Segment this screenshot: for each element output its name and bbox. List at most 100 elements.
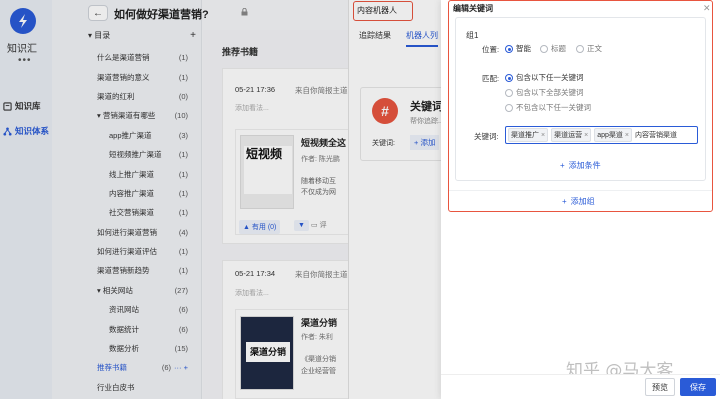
directory-item[interactable]: 社交营销渠道 (1) bbox=[52, 203, 202, 222]
directory-item-count: (6) bbox=[178, 305, 188, 315]
book-preview[interactable]: 渠道分销 渠道分销 作者: 朱利 《渠道分销 企业经营管 bbox=[235, 309, 351, 399]
directory-item-label: 如何进行渠道营销 bbox=[97, 227, 157, 238]
tab-robot-list[interactable]: 机器人列 bbox=[406, 30, 438, 47]
robot-title: 关键词 bbox=[410, 101, 443, 113]
position-option-body[interactable]: 正文 bbox=[576, 43, 602, 54]
robot-card[interactable]: # 关键词 帮你追踪... 关键词: + 添加 bbox=[360, 87, 448, 161]
directory-item-label: 数据分析 bbox=[109, 343, 139, 354]
directory-item-count: (1) bbox=[178, 188, 188, 198]
match-option-all[interactable]: 包含以下全部关键词 bbox=[505, 87, 584, 98]
directory-item[interactable]: 线上推广渠道 (1) bbox=[52, 164, 202, 183]
directory-item-count: (1) bbox=[178, 208, 188, 218]
comment-icon: ▭ bbox=[311, 222, 318, 229]
directory-item-label: 行业白皮书 bbox=[97, 382, 135, 393]
directory-item-text: 行业白皮书 bbox=[97, 382, 135, 392]
close-icon[interactable]: ✕ bbox=[703, 3, 711, 14]
robot-subtitle: 帮你追踪... bbox=[410, 118, 444, 125]
directory-item-label: 资讯网站 bbox=[109, 304, 139, 315]
directory-item[interactable]: 资讯网站 (6) bbox=[52, 300, 202, 319]
rail-item-knowledge-base[interactable]: 知识库 bbox=[3, 100, 41, 112]
tab-tracking-results[interactable]: 追踪结果 bbox=[359, 30, 391, 47]
match-option-any[interactable]: 包含以下任一关键词 bbox=[505, 72, 584, 83]
condition-group bbox=[455, 17, 706, 181]
more-icon[interactable]: ••• bbox=[18, 55, 32, 66]
rail-item-knowledge-system[interactable]: 知识体系 bbox=[3, 125, 49, 137]
useful-button[interactable]: ▲ 有用 (0) bbox=[239, 220, 281, 234]
book-desc: 不仅成为网 bbox=[301, 189, 336, 196]
robot-add-button[interactable]: + 添加 bbox=[410, 135, 440, 150]
directory-item[interactable]: ▾ 相关网站 (27) bbox=[52, 281, 202, 300]
position-option-smart[interactable]: 智能 bbox=[505, 43, 531, 54]
directory-item[interactable]: 内容推广渠道 (1) bbox=[52, 184, 202, 203]
directory-item[interactable]: 短视频推广渠道 (1) bbox=[52, 145, 202, 164]
add-note-link[interactable]: 添加看法... bbox=[235, 103, 269, 113]
keyword-tag[interactable]: app渠道 × bbox=[594, 128, 632, 142]
directory-item[interactable]: 渠道营销的意义 (1) bbox=[52, 67, 202, 86]
book-icon bbox=[3, 101, 12, 111]
app-logo[interactable] bbox=[10, 8, 36, 34]
directory-item[interactable]: 渠道营销新趋势 (1) bbox=[52, 261, 202, 280]
modal-footer bbox=[441, 374, 720, 399]
directory-item-count: (1) bbox=[178, 169, 188, 179]
directory-item[interactable]: 数据分析 (15) bbox=[52, 339, 202, 358]
add-note-link[interactable]: 添加看法... bbox=[235, 288, 269, 298]
keyword-tag[interactable]: 渠道运营 × bbox=[551, 128, 592, 142]
directory-item-label: ▾ 相关网站 bbox=[97, 285, 133, 296]
directory-item-label: ▾ 营销渠道有哪些 bbox=[97, 110, 155, 121]
add-condition-button[interactable]: + 添加条件 bbox=[560, 160, 601, 171]
radio-checked-icon bbox=[505, 73, 513, 82]
more-icon[interactable]: ··· + bbox=[174, 363, 188, 372]
close-icon[interactable]: × bbox=[584, 132, 588, 139]
preview-button[interactable]: 预览 bbox=[645, 378, 675, 396]
directory-item-count: (1) bbox=[178, 53, 188, 63]
directory-item[interactable]: app推广渠道 (3) bbox=[52, 126, 202, 145]
directory-item-count: (15) bbox=[174, 344, 188, 354]
directory-item-text: 渠道的红利 bbox=[97, 91, 135, 101]
directory-item-count: (4) bbox=[178, 227, 188, 237]
position-option-title[interactable]: 标题 bbox=[540, 43, 566, 54]
arrow-left-icon: ← bbox=[93, 7, 103, 19]
match-option-exclude[interactable]: 不包含以下任一关键词 bbox=[505, 102, 591, 113]
keyword-tag[interactable]: 渠道推广 × bbox=[508, 128, 549, 142]
directory-item[interactable]: 行业白皮书 bbox=[52, 378, 202, 397]
book-card[interactable]: 05-21 17:36 来自你简报主道 添加看法... 短视频 短视频全这 作者… bbox=[222, 68, 351, 244]
back-button[interactable]: ← bbox=[88, 5, 108, 21]
directory-item[interactable]: 如何进行渠道评估 (1) bbox=[52, 242, 202, 261]
directory-item-label: 社交营销渠道 bbox=[109, 207, 154, 218]
directory-item[interactable]: ▾ 营销渠道有哪些 (10) bbox=[52, 106, 202, 125]
directory-item-text: 推荐书籍 bbox=[97, 363, 127, 373]
add-icon[interactable]: + bbox=[190, 30, 196, 41]
directory-item-text: 营销渠道有哪些 bbox=[102, 111, 156, 121]
directory-item-text: 内容推广渠道 bbox=[109, 188, 154, 198]
thumb-down-icon[interactable]: ▼ bbox=[294, 220, 309, 231]
directory-item-text: 如何进行渠道评估 bbox=[97, 247, 157, 257]
close-icon[interactable]: × bbox=[541, 132, 545, 139]
directory-item-text: 什么是渠道营销 bbox=[97, 53, 150, 63]
book-card[interactable]: 05-21 17:34 来自你简报主道 添加看法... 渠道分销 渠道分销 作者… bbox=[222, 260, 351, 399]
rail-item-label: 知识体系 bbox=[15, 126, 50, 136]
directory-item-count: (1) bbox=[178, 247, 188, 257]
close-icon[interactable]: × bbox=[625, 132, 629, 139]
directory-item-text: 资讯网站 bbox=[109, 305, 139, 315]
directory-item-count: (3) bbox=[178, 130, 188, 140]
directory-item[interactable]: 如何进行渠道营销 (4) bbox=[52, 223, 202, 242]
directory-item[interactable]: 什么是渠道营销 (1) bbox=[52, 48, 202, 67]
directory-item-label: app推广渠道 bbox=[109, 130, 152, 141]
radio-icon bbox=[505, 88, 513, 97]
plus-icon: + bbox=[562, 197, 567, 206]
comment-button[interactable]: ▭ 评 bbox=[311, 220, 327, 230]
directory-item[interactable]: 渠道的红利 (0) bbox=[52, 87, 202, 106]
directory-item-count: (1) bbox=[178, 72, 188, 82]
book-desc: 《渠道分销 bbox=[301, 356, 336, 363]
save-button[interactable]: 保存 bbox=[680, 378, 716, 396]
directory-item[interactable]: 数据统计 (6) bbox=[52, 319, 202, 338]
book-title: 渠道分销 bbox=[301, 318, 338, 328]
keywords-input[interactable]: 渠道推广 × 渠道运营 × app渠道 × 内容营销渠道 bbox=[505, 126, 698, 144]
directory-title: ▾ 目录 bbox=[88, 31, 111, 40]
add-group-button[interactable]: + 添加组 bbox=[562, 196, 595, 207]
directory-item-label: 渠道营销的意义 bbox=[97, 72, 150, 83]
directory-item-label: 渠道的红利 bbox=[97, 91, 135, 102]
directory-item-text: 社交营销渠道 bbox=[109, 208, 154, 218]
keywords-label: 关键词: bbox=[474, 132, 499, 141]
directory-item[interactable]: 推荐书籍 (6) ··· + bbox=[52, 358, 202, 377]
